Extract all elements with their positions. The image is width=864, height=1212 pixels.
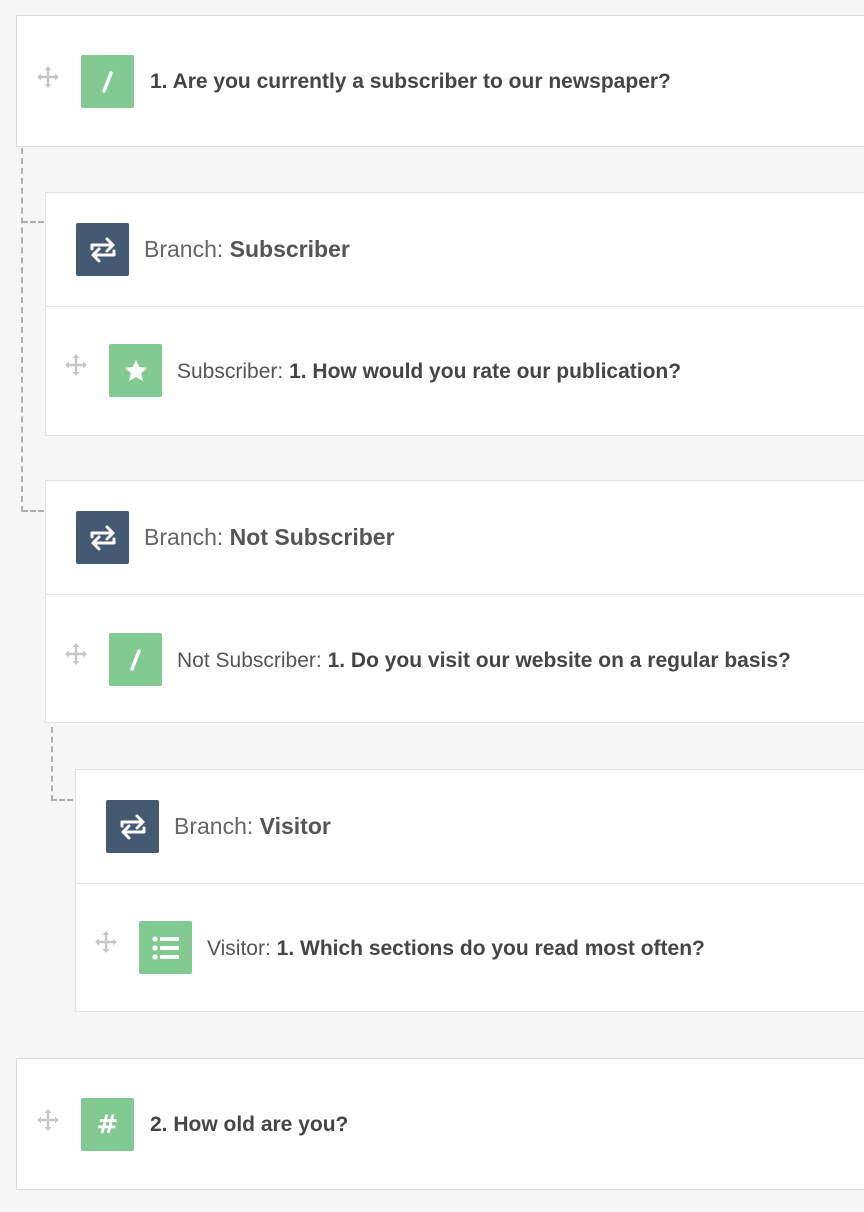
branch-card-subscriber[interactable]: Branch: Subscriber Subscriber: 1. How wo… [45,192,864,436]
branch-prefix: Branch: [144,236,224,262]
drag-handle-icon[interactable] [65,643,87,665]
branch-header: Branch: Not Subscriber [46,481,864,594]
question-card-2[interactable]: # 2. How old are you? [16,1058,864,1190]
drag-handle-icon[interactable] [37,66,59,88]
branch-question-row[interactable]: Not Subscriber: 1. Do you visit our webs… [46,594,864,724]
branch-label: Branch: Visitor [174,815,331,838]
branch-connector-tick [22,221,44,223]
question-title: 1. How would you rate our publication? [289,360,682,383]
list-icon [139,921,192,974]
branch-question-row[interactable]: Subscriber: 1. How would you rate our pu… [46,306,864,437]
branch-name: Visitor [259,813,331,839]
branch-name: Subscriber [229,236,350,262]
question-prefix: Visitor: [207,937,271,960]
branch-label: Branch: Subscriber [144,238,350,261]
branch-question-label: Visitor: 1. Which sections do you read m… [207,938,705,959]
question-prefix: Subscriber: [177,360,284,383]
branch-icon [106,800,159,853]
branch-icon [76,511,129,564]
branch-question-label: Subscriber: 1. How would you rate our pu… [177,361,681,382]
hash-symbol: # [96,1109,119,1140]
branch-question-label: Not Subscriber: 1. Do you visit our webs… [177,650,791,671]
branch-name: Not Subscriber [229,524,395,550]
branch-question-row[interactable]: Visitor: 1. Which sections do you read m… [76,883,864,1013]
pencil-icon [109,633,162,686]
branch-connector-nested [51,727,73,801]
question-card-1[interactable]: 1. Are you currently a subscriber to our… [16,15,864,147]
branch-connector-tick [22,510,44,512]
hash-icon: # [81,1098,134,1151]
question-title: 1. Are you currently a subscriber to our… [150,70,671,93]
branch-prefix: Branch: [144,524,224,550]
question-prefix: Not Subscriber: [177,649,322,672]
branch-connector-line [21,148,23,512]
branch-prefix: Branch: [174,813,254,839]
branch-header: Branch: Subscriber [46,193,864,306]
drag-handle-icon[interactable] [37,1109,59,1131]
branch-icon [76,223,129,276]
drag-handle-icon[interactable] [65,354,87,376]
branch-label: Branch: Not Subscriber [144,526,395,549]
question-title: 1. Which sections do you read most often… [276,937,705,960]
question-title: 1. Do you visit our website on a regular… [327,649,791,672]
drag-handle-icon[interactable] [95,931,117,953]
branch-card-not-subscriber[interactable]: Branch: Not Subscriber Not Subscriber: 1… [45,480,864,723]
star-icon [109,344,162,397]
branch-card-visitor[interactable]: Branch: Visitor Visitor: 1. Which sectio… [75,769,864,1012]
pencil-icon [81,55,134,108]
branch-header: Branch: Visitor [76,770,864,883]
question-title: 2. How old are you? [150,1113,349,1136]
